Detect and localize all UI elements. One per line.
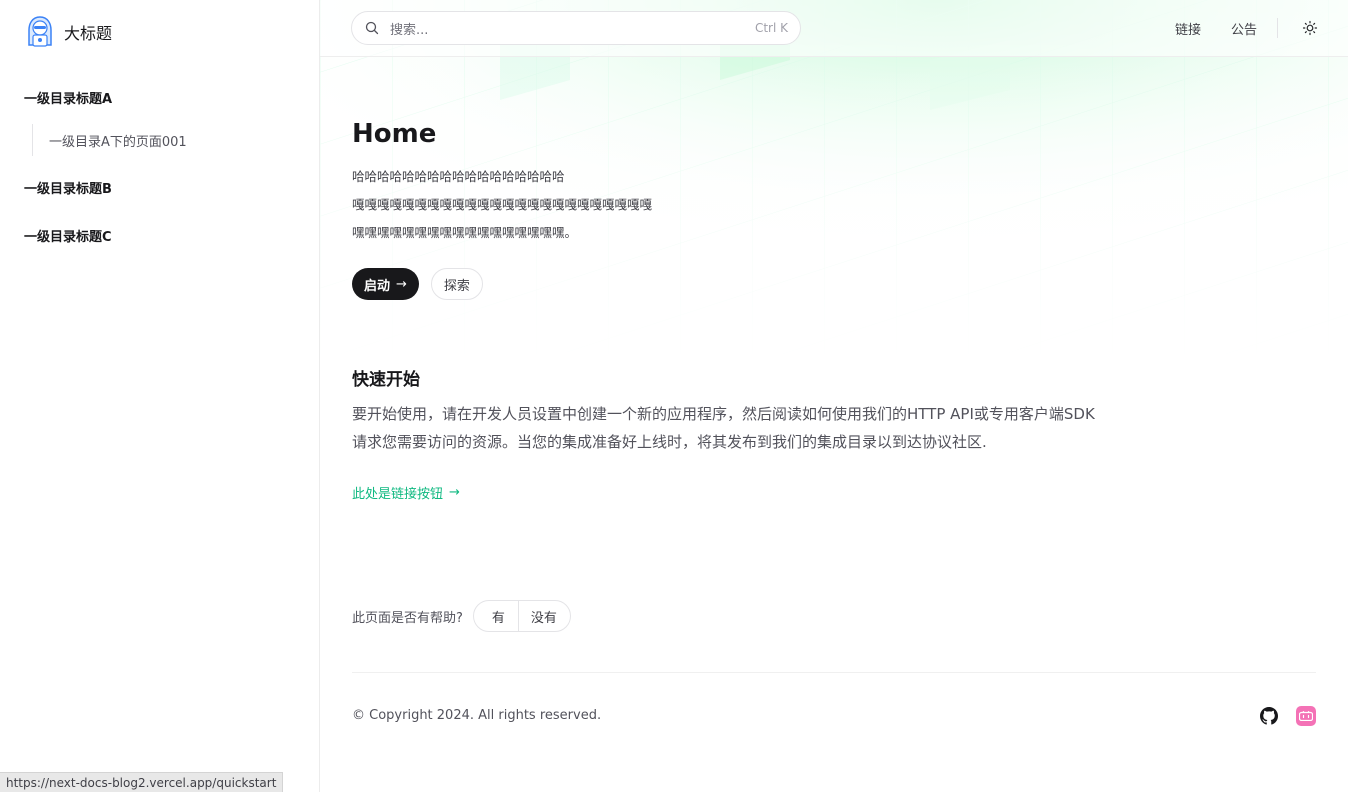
brand[interactable]: 大标题 xyxy=(24,14,112,50)
search-shortcut: Ctrl K xyxy=(754,21,788,35)
nav-sub-item[interactable]: 一级目录A下的页面001 xyxy=(32,124,296,156)
nav-group-b: 一级目录标题B xyxy=(24,176,296,204)
sidebar: 大标题 一级目录标题A 一级目录A下的页面001 一级目录标题B 一级目录标题C xyxy=(0,0,320,792)
start-button[interactable]: 启动 → xyxy=(352,268,419,300)
explore-button-label: 探索 xyxy=(443,278,470,294)
feedback-yes-button[interactable]: 有 xyxy=(474,601,518,631)
cta-link-label: 此处是链接按钮 xyxy=(352,487,444,502)
search-placeholder: 搜索... xyxy=(390,22,429,38)
feedback: 此页面是否有帮助? 有 没有 xyxy=(352,600,571,632)
lead-text: 哈哈哈哈哈哈哈哈哈哈哈哈哈哈哈哈哈 嘎嘎嘎嘎嘎嘎嘎嘎嘎嘎嘎嘎嘎嘎嘎嘎嘎嘎嘎嘎嘎嘎… xyxy=(352,163,652,247)
header-link-links[interactable]: 链接 xyxy=(1175,19,1201,38)
footer-divider xyxy=(352,672,1316,673)
nav-group-title[interactable]: 一级目录标题A xyxy=(24,86,296,114)
feedback-question: 此页面是否有帮助? xyxy=(352,610,463,626)
feedback-no-button[interactable]: 没有 xyxy=(517,601,570,631)
lead-line: 嘎嘎嘎嘎嘎嘎嘎嘎嘎嘎嘎嘎嘎嘎嘎嘎嘎嘎嘎嘎嘎嘎嘎嘎 xyxy=(352,197,653,212)
sun-icon[interactable] xyxy=(1302,20,1318,36)
start-button-label: 启动 xyxy=(364,278,391,294)
copyright: © Copyright 2024. All rights reserved. xyxy=(352,708,602,723)
explore-button[interactable]: 探索 xyxy=(430,268,483,300)
hooded-hacker-icon xyxy=(28,16,52,47)
github-icon[interactable] xyxy=(1260,707,1278,725)
lead-line: 嘿嘿嘿嘿嘿嘿嘿嘿嘿嘿嘿嘿嘿嘿嘿嘿嘿。 xyxy=(352,225,578,240)
arrow-right-icon: → xyxy=(396,276,407,292)
sidebar-nav: 一级目录标题A 一级目录A下的页面001 一级目录标题B 一级目录标题C xyxy=(24,86,296,272)
feedback-button-group: 有 没有 xyxy=(472,600,571,632)
status-bar-url: https://next-docs-blog2.vercel.app/quick… xyxy=(0,772,284,792)
lead-line: 哈哈哈哈哈哈哈哈哈哈哈哈哈哈哈哈哈 xyxy=(352,169,565,184)
nav-group-a: 一级目录标题A 一级目录A下的页面001 xyxy=(24,86,296,156)
section-title: 快速开始 xyxy=(352,370,420,390)
header-links: 链接 公告 xyxy=(1145,0,1318,56)
nav-group-title[interactable]: 一级目录标题C xyxy=(24,224,296,252)
header-link-announcement[interactable]: 公告 xyxy=(1231,19,1257,38)
search-icon xyxy=(365,21,379,35)
section-body: 要开始使用，请在开发人员设置中创建一个新的应用程序，然后阅读如何使用我们的HTT… xyxy=(352,400,1152,456)
page-title: Home xyxy=(352,119,437,149)
top-header: 搜索... Ctrl K 链接 公告 xyxy=(320,0,1348,57)
bilibili-icon[interactable] xyxy=(1296,706,1316,726)
nav-group-title[interactable]: 一级目录标题B xyxy=(24,176,296,204)
arrow-right-icon: → xyxy=(449,485,460,500)
nav-group-c: 一级目录标题C xyxy=(24,224,296,252)
nav-sub-item-label: 一级目录A下的页面001 xyxy=(49,134,187,150)
cta-link[interactable]: 此处是链接按钮 → xyxy=(352,483,460,502)
search-input[interactable]: 搜索... Ctrl K xyxy=(351,11,801,45)
brand-title: 大标题 xyxy=(64,24,113,43)
header-divider xyxy=(1277,18,1278,38)
bilibili-glyph-icon xyxy=(1299,711,1313,721)
section-line: 请求您需要访问的资源。当您的集成准备好上线时，将其发布到我们的集成目录以到达协议… xyxy=(352,433,987,451)
section-line: 要开始使用，请在开发人员设置中创建一个新的应用程序，然后阅读如何使用我们的HTT… xyxy=(352,405,1095,423)
hero-buttons: 启动 → 探索 xyxy=(352,268,483,300)
social-links xyxy=(1260,706,1316,726)
